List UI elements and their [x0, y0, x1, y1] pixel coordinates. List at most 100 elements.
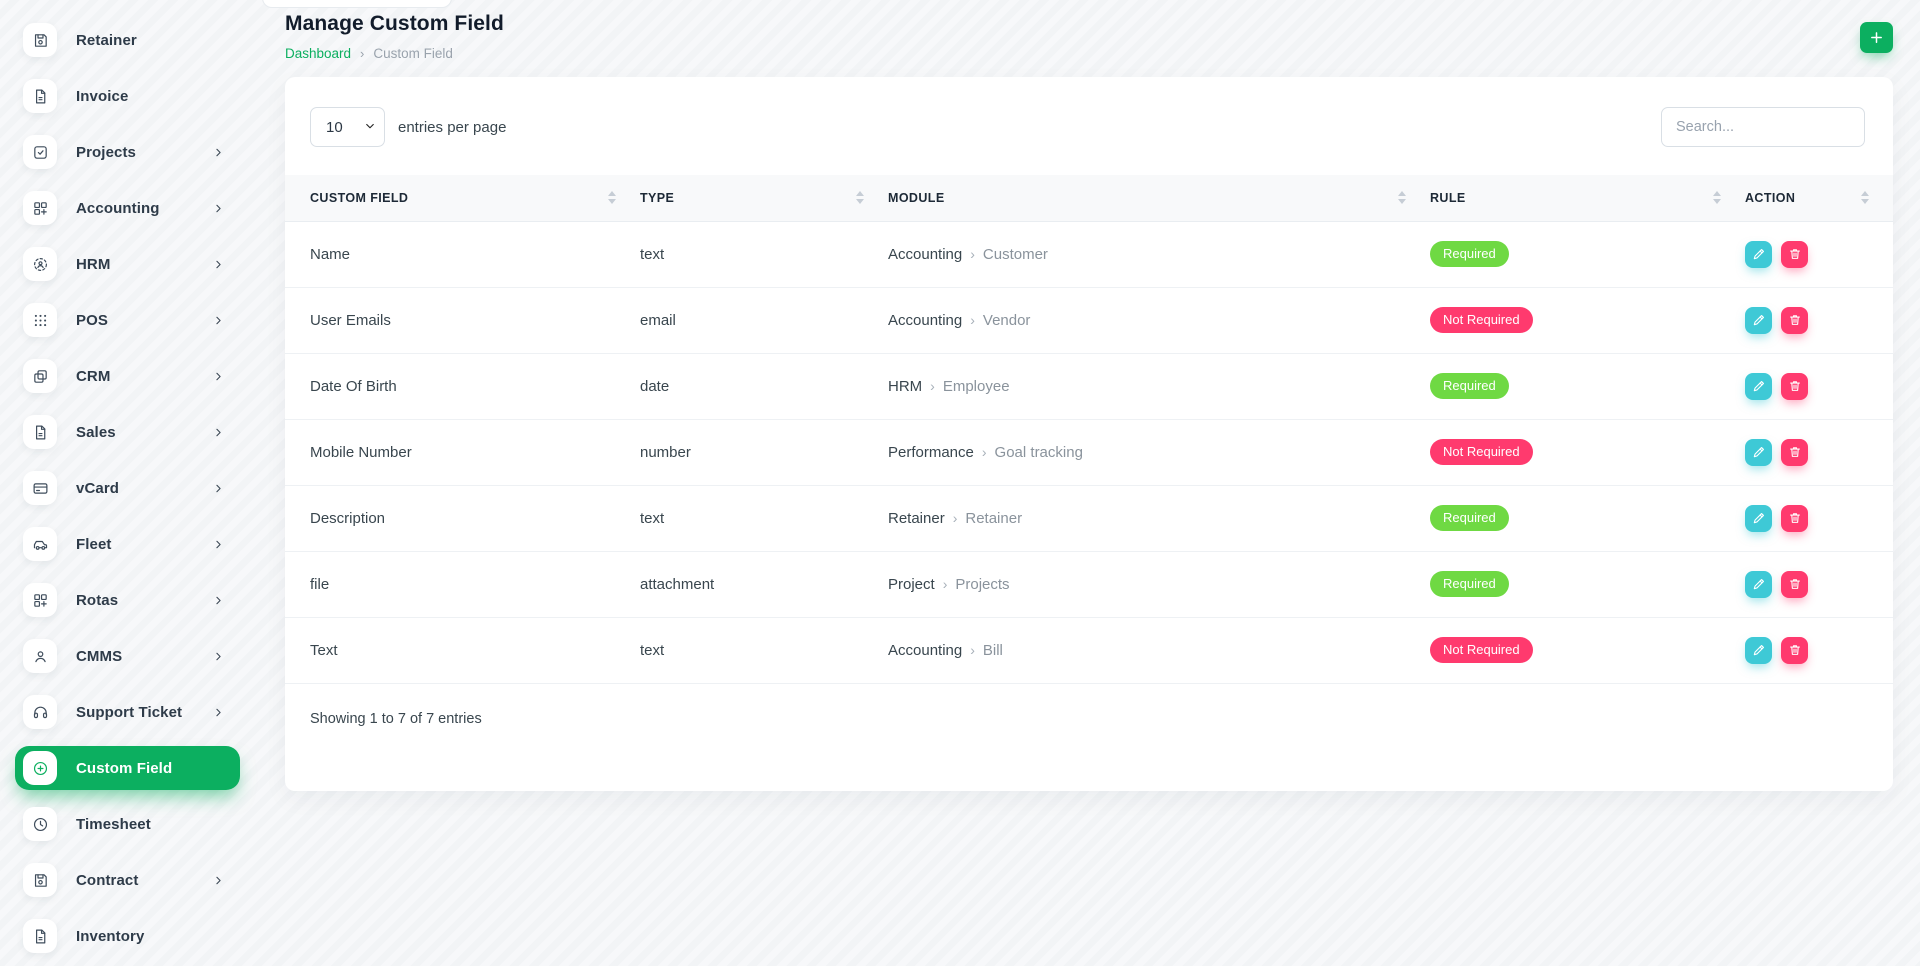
file-icon — [23, 919, 57, 953]
grid-plus-icon — [23, 191, 57, 225]
chevron-right-icon: › — [953, 510, 958, 526]
sort-icon[interactable] — [608, 191, 616, 204]
row-actions — [1745, 307, 1893, 334]
custom-field-name: Name — [310, 246, 350, 263]
custom-fields-table: CUSTOM FIELDTYPEMODULERULEACTION Name tex… — [285, 175, 1893, 684]
row-actions — [1745, 373, 1893, 400]
submodule-name: Retainer — [965, 510, 1022, 527]
delete-button[interactable] — [1781, 571, 1808, 598]
custom-field-name: Description — [310, 510, 385, 527]
sidebar-item-cmms[interactable]: CMMS — [15, 634, 240, 678]
chevron-right-icon — [213, 595, 224, 606]
field-type: email — [640, 312, 676, 329]
chevron-right-icon: › — [970, 246, 975, 262]
sidebar-item-fleet[interactable]: Fleet — [15, 522, 240, 566]
trash-icon — [1788, 511, 1802, 525]
check-square-icon — [23, 135, 57, 169]
pencil-icon — [1752, 643, 1766, 657]
sidebar-item-invoice[interactable]: Invoice — [15, 74, 240, 118]
rule-badge: Required — [1430, 571, 1509, 597]
car-icon — [23, 527, 57, 561]
chevron-right-icon: › — [982, 444, 987, 460]
row-actions — [1745, 439, 1893, 466]
sidebar-item-vcard[interactable]: vCard — [15, 466, 240, 510]
chevron-right-icon — [213, 371, 224, 382]
page-header: Manage Custom Field Dashboard › Custom F… — [285, 12, 1893, 61]
table-toolbar: 10 entries per page — [285, 77, 1893, 175]
entries-per-page-select[interactable]: 10 — [310, 107, 385, 147]
sort-icon[interactable] — [1861, 191, 1869, 204]
submodule-name: Projects — [955, 576, 1009, 593]
edit-button[interactable] — [1745, 241, 1772, 268]
custom-field-name: file — [310, 576, 329, 593]
sidebar-item-rotas[interactable]: Rotas — [15, 578, 240, 622]
trash-icon — [1788, 247, 1802, 261]
edit-button[interactable] — [1745, 439, 1772, 466]
column-header-action[interactable]: ACTION — [1745, 175, 1893, 221]
edit-button[interactable] — [1745, 505, 1772, 532]
column-header-module[interactable]: MODULE — [888, 175, 1430, 221]
delete-button[interactable] — [1781, 241, 1808, 268]
field-type: text — [640, 642, 664, 659]
chevron-right-icon — [213, 483, 224, 494]
sidebar-item-hrm[interactable]: HRM — [15, 242, 240, 286]
delete-button[interactable] — [1781, 439, 1808, 466]
sidebar-item-retainer[interactable]: Retainer — [15, 18, 240, 62]
rule-badge: Required — [1430, 505, 1509, 531]
plus-circle-icon — [23, 751, 57, 785]
custom-field-card: 10 entries per page CUSTOM FIELDTYPEMODU… — [285, 77, 1893, 791]
sidebar-item-contract[interactable]: Contract — [15, 858, 240, 902]
grid-plus-icon — [23, 583, 57, 617]
delete-button[interactable] — [1781, 637, 1808, 664]
file-icon — [23, 79, 57, 113]
rule-badge: Required — [1430, 241, 1509, 267]
submodule-name: Goal tracking — [995, 444, 1083, 461]
custom-field-name: Date Of Birth — [310, 378, 397, 395]
add-custom-field-button[interactable] — [1860, 22, 1893, 53]
delete-button[interactable] — [1781, 373, 1808, 400]
pencil-icon — [1752, 379, 1766, 393]
edit-button[interactable] — [1745, 373, 1772, 400]
row-actions — [1745, 241, 1893, 268]
sort-icon[interactable] — [1398, 191, 1406, 204]
chevron-right-icon — [213, 539, 224, 550]
column-header-type[interactable]: TYPE — [640, 175, 888, 221]
table-row-file: fileattachmentProject›ProjectsRequired — [285, 551, 1893, 617]
column-header-rule[interactable]: RULE — [1430, 175, 1745, 221]
sidebar-item-inventory[interactable]: Inventory — [15, 914, 240, 958]
user-icon — [23, 639, 57, 673]
edit-button[interactable] — [1745, 307, 1772, 334]
sidebar-item-projects[interactable]: Projects — [15, 130, 240, 174]
breadcrumb-current: Custom Field — [373, 46, 453, 61]
chevron-right-icon — [213, 427, 224, 438]
submodule-name: Employee — [943, 378, 1010, 395]
sidebar-item-accounting[interactable]: Accounting — [15, 186, 240, 230]
delete-button[interactable] — [1781, 307, 1808, 334]
rule-badge: Not Required — [1430, 637, 1533, 663]
sort-icon[interactable] — [856, 191, 864, 204]
search-input[interactable] — [1661, 107, 1865, 147]
chevron-right-icon: › — [970, 312, 975, 328]
entries-summary: Showing 1 to 7 of 7 entries — [285, 684, 1893, 791]
sidebar-item-crm[interactable]: CRM — [15, 354, 240, 398]
table-body: NametextAccounting›CustomerRequiredUser … — [285, 221, 1893, 683]
breadcrumb-dashboard-link[interactable]: Dashboard — [285, 46, 351, 61]
table-row-user-emails: User EmailsemailAccounting›VendorNot Req… — [285, 287, 1893, 353]
sort-icon[interactable] — [1713, 191, 1721, 204]
sidebar-item-sales[interactable]: Sales — [15, 410, 240, 454]
pencil-icon — [1752, 247, 1766, 261]
edit-button[interactable] — [1745, 571, 1772, 598]
chevron-right-icon: › — [943, 576, 948, 592]
edit-button[interactable] — [1745, 637, 1772, 664]
rule-badge: Required — [1430, 373, 1509, 399]
user-scan-icon — [23, 247, 57, 281]
sidebar-item-pos[interactable]: POS — [15, 298, 240, 342]
sidebar-item-timesheet[interactable]: Timesheet — [15, 802, 240, 846]
trash-icon — [1788, 577, 1802, 591]
column-header-custom-field[interactable]: CUSTOM FIELD — [285, 175, 640, 221]
copy-squares-icon — [23, 359, 57, 393]
chevron-right-icon — [213, 875, 224, 886]
sidebar-item-support-ticket[interactable]: Support Ticket — [15, 690, 240, 734]
sidebar-item-custom-field[interactable]: Custom Field — [15, 746, 240, 790]
delete-button[interactable] — [1781, 505, 1808, 532]
